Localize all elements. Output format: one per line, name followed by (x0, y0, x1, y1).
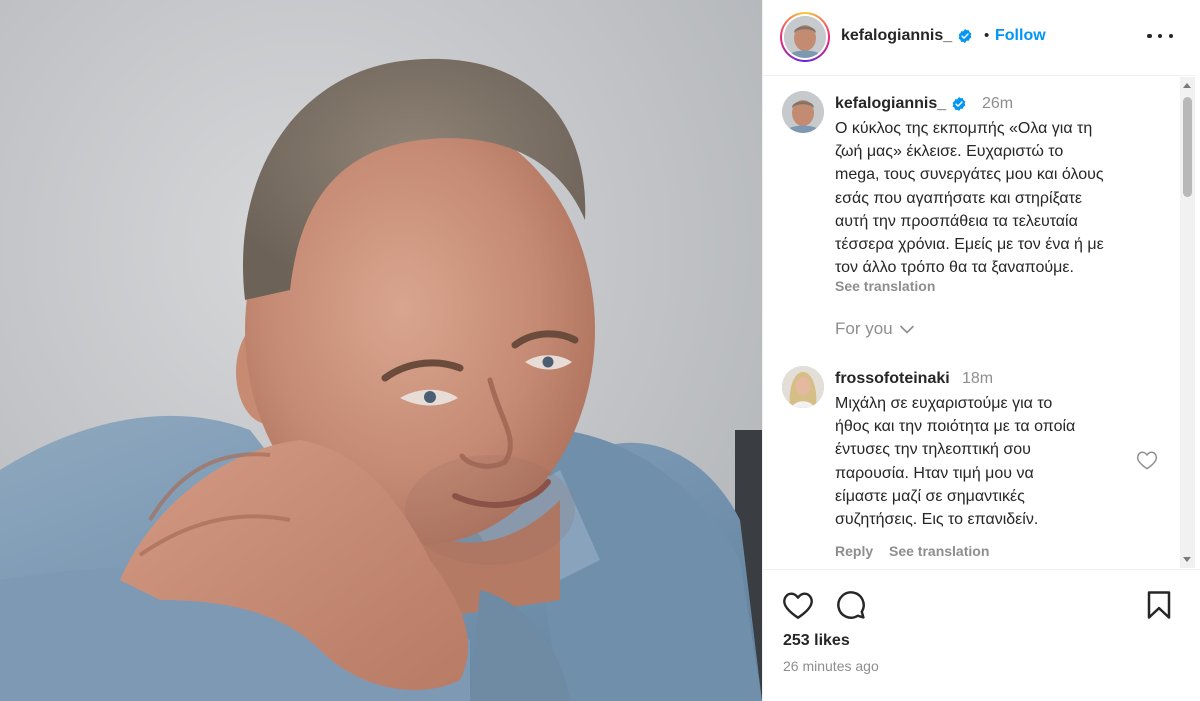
caption-see-translation[interactable]: See translation (835, 278, 935, 294)
author-username[interactable]: kefalogiannis_ (841, 27, 952, 45)
verified-badge-icon (952, 97, 966, 111)
verified-badge-icon (958, 29, 972, 43)
caption-text: Ο κύκλος της εκπομπής «Ολα για τη ζωή μα… (835, 120, 1104, 277)
scrollbar-thumb[interactable] (1183, 97, 1192, 197)
caption-username-row[interactable]: kefalogiannis_ (835, 95, 967, 113)
more-options-icon[interactable] (1147, 26, 1173, 46)
comment-see-translation[interactable]: See translation (889, 543, 989, 559)
comment-icon[interactable] (835, 589, 866, 620)
heart-icon[interactable] (782, 590, 814, 620)
likes-count[interactable]: 253 likes (783, 632, 850, 650)
post-header: kefalogiannis_ • Follow (763, 0, 1195, 76)
author-avatar[interactable] (780, 12, 830, 62)
post-actions: 253 likes 26 minutes ago (763, 569, 1200, 701)
comments-scrollbar[interactable] (1180, 77, 1195, 568)
follow-button[interactable]: Follow (995, 27, 1046, 45)
author-username-row[interactable]: kefalogiannis_ (841, 27, 973, 45)
caption-avatar[interactable] (782, 91, 824, 133)
caption-time[interactable]: 26m (982, 95, 1013, 113)
post-timestamp[interactable]: 26 minutes ago (783, 658, 879, 674)
comment-username[interactable]: frossofoteinaki (835, 370, 950, 388)
comments-filter-label: For you (835, 319, 893, 338)
comments-filter[interactable]: For you (835, 319, 914, 339)
comment-like-heart-icon[interactable] (1136, 450, 1158, 470)
comment-time[interactable]: 18m (962, 370, 993, 388)
comment-avatar[interactable] (782, 366, 824, 408)
scroll-up-arrow-icon[interactable] (1183, 83, 1191, 88)
chevron-down-icon (899, 325, 914, 333)
post-photo[interactable] (0, 0, 762, 701)
post-panel: kefalogiannis_ • Follow kefalogiannis_ 2… (762, 0, 1200, 701)
post-photo-illustration (0, 58, 762, 701)
caption-username[interactable]: kefalogiannis_ (835, 95, 946, 113)
comment-text: Μιχάλη σε ευχαριστούμε για το ήθος και τ… (835, 395, 1076, 529)
comment-reply-button[interactable]: Reply (835, 543, 873, 559)
comments-section[interactable]: kefalogiannis_ 26m Ο κύκλος της εκπομπής… (763, 77, 1195, 568)
header-separator: • (984, 27, 990, 44)
scroll-down-arrow-icon[interactable] (1183, 557, 1191, 562)
bookmark-icon[interactable] (1146, 590, 1172, 620)
